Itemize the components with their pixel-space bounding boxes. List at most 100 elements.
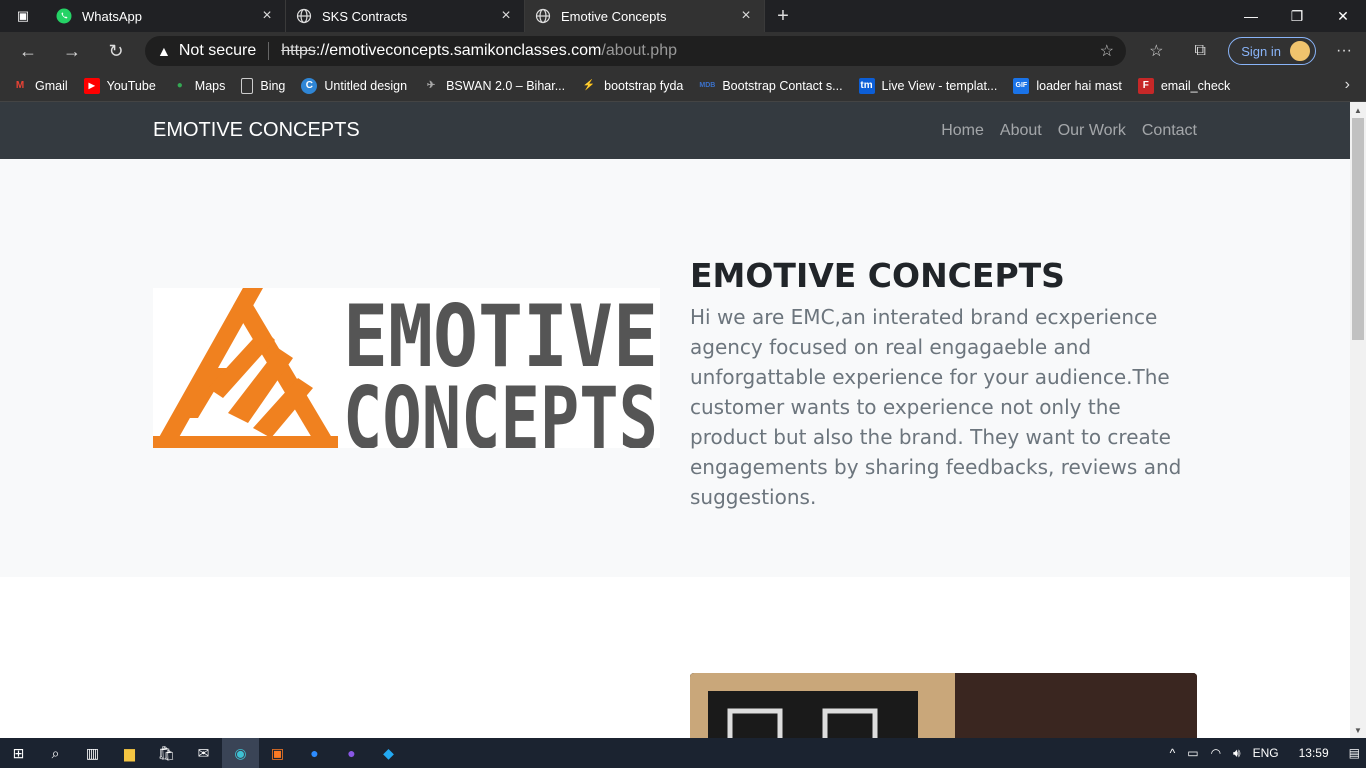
file-explorer-icon[interactable]: ▆ xyxy=(111,738,148,768)
new-tab-button[interactable]: + xyxy=(765,0,801,32)
volume-icon[interactable]: 🔊︎ xyxy=(1233,746,1241,761)
warning-icon[interactable]: ▲ xyxy=(157,43,171,59)
bookmark-label: Live View - templat... xyxy=(881,78,998,93)
tab-whatsapp[interactable]: WhatsApp × xyxy=(46,0,286,32)
tab-title: Emotive Concepts xyxy=(561,8,667,24)
tm-icon: tm xyxy=(858,77,875,94)
bookmark-bswan[interactable]: ✈ BSWAN 2.0 – Bihar... xyxy=(423,78,565,94)
close-tab-icon[interactable]: × xyxy=(259,7,275,25)
notifications-icon[interactable]: ▤ xyxy=(1349,746,1360,760)
wifi-icon[interactable]: ◠ xyxy=(1211,746,1221,760)
avatar xyxy=(1289,40,1311,62)
tab-emotive-concepts[interactable]: Emotive Concepts × xyxy=(525,0,765,32)
zoom-icon[interactable]: ● xyxy=(296,738,333,768)
nav-home[interactable]: Home xyxy=(941,122,984,140)
vscode-icon[interactable]: ◆ xyxy=(370,738,407,768)
bookmark-maps[interactable]: ● Maps xyxy=(172,78,226,94)
youtube-icon: ▶ xyxy=(83,77,100,94)
url-scheme: https xyxy=(281,42,316,59)
close-tab-icon[interactable]: × xyxy=(738,7,754,25)
bookmark-bootstrap-fyda[interactable]: ⚡ bootstrap fyda xyxy=(581,78,683,94)
site-brand[interactable]: EMOTIVE CONCEPTS xyxy=(153,119,360,142)
web-page: EMOTIVE CONCEPTS Home About Our Work Con… xyxy=(0,102,1350,738)
mdb-icon: MDB xyxy=(699,82,716,89)
nav-contact[interactable]: Contact xyxy=(1142,122,1197,140)
language-indicator[interactable]: ENG xyxy=(1253,746,1279,760)
bookmark-youtube[interactable]: ▶ YouTube xyxy=(83,77,156,94)
bookmark-gmail[interactable]: M Gmail xyxy=(12,78,68,94)
scroll-down-icon[interactable]: ▼ xyxy=(1350,722,1366,738)
add-favorite-icon[interactable]: ☆ xyxy=(1100,41,1114,61)
bookmark-live-view[interactable]: tm Live View - templat... xyxy=(858,77,998,94)
battery-icon[interactable]: ▭ xyxy=(1187,746,1198,760)
bookmark-bootstrap-contact[interactable]: MDB Bootstrap Contact s... xyxy=(699,78,842,94)
clock[interactable]: 13:59 xyxy=(1299,746,1329,760)
chevron-right-icon[interactable]: › xyxy=(1345,76,1350,94)
tab-title: WhatsApp xyxy=(82,8,142,24)
nav-our-work[interactable]: Our Work xyxy=(1058,122,1126,140)
scrollbar-thumb[interactable] xyxy=(1352,118,1364,340)
bookmark-bing[interactable]: Bing xyxy=(241,77,285,94)
chevron-up-icon[interactable]: ^ xyxy=(1170,746,1176,760)
windows-taskbar: ⊞ ⌕ ▥ ▆ 🛍 ✉ ◉ ▣ ● ● ◆ ^ ▭ ◠ 🔊︎ ENG 13:59… xyxy=(0,738,1366,768)
restore-icon[interactable]: ❐ xyxy=(1274,0,1320,32)
sign-in-button[interactable]: Sign in xyxy=(1228,37,1316,65)
bookmark-untitled-design[interactable]: C Untitled design xyxy=(301,77,408,94)
bookmark-label: Maps xyxy=(194,78,226,93)
url-host: ://emotiveconcepts.samikonclasses.com xyxy=(315,42,602,59)
url-path: /about.php xyxy=(601,42,677,59)
refresh-icon[interactable]: ↻ xyxy=(94,32,138,70)
canva-icon: C xyxy=(301,77,318,94)
about-description: Hi we are EMC,an interated brand ecxperi… xyxy=(690,305,1182,509)
bookmark-label: BSWAN 2.0 – Bihar... xyxy=(446,78,566,93)
bookmark-label: YouTube xyxy=(106,78,156,93)
divider xyxy=(268,42,270,60)
page-scrollbar[interactable]: ▲ ▼ xyxy=(1350,102,1366,738)
stackblitz-icon: ⚡ xyxy=(582,80,596,91)
scroll-up-icon[interactable]: ▲ xyxy=(1350,102,1366,118)
github-icon[interactable]: ● xyxy=(333,738,370,768)
tab-title: SKS Contracts xyxy=(322,8,408,24)
globe-icon xyxy=(535,8,551,24)
work-section xyxy=(0,577,1350,738)
page-icon xyxy=(241,77,254,94)
bookmark-label: loader hai mast xyxy=(1036,78,1122,93)
mail-icon[interactable]: ✉ xyxy=(185,738,222,768)
about-hero-section: EMOTIVE CONCEPTS EMOTIVE CONCEPTS Hi we … xyxy=(0,159,1350,577)
close-tab-icon[interactable]: × xyxy=(498,7,514,25)
site-navbar: EMOTIVE CONCEPTS Home About Our Work Con… xyxy=(0,102,1350,159)
toolbar-right: ☆ ⧉ Sign in ··· xyxy=(1134,32,1366,70)
globe-icon xyxy=(296,8,312,24)
search-icon[interactable]: ⌕ xyxy=(37,738,74,768)
xampp-icon[interactable]: ▣ xyxy=(259,738,296,768)
bookmarks-bar: M Gmail ▶ YouTube ● Maps Bing C Untitled des… xyxy=(0,70,1366,102)
edge-icon[interactable]: ◉ xyxy=(222,738,259,768)
bookmark-loader[interactable]: GIF loader hai mast xyxy=(1013,77,1122,94)
site-menu: Home About Our Work Contact xyxy=(941,122,1197,140)
more-menu-icon[interactable]: ··· xyxy=(1322,32,1366,70)
tab-sks-contracts[interactable]: SKS Contracts × xyxy=(286,0,525,32)
close-window-icon[interactable]: ✕ xyxy=(1320,0,1366,32)
whatsapp-icon xyxy=(56,8,72,24)
bookmark-email-check[interactable]: Femail_check xyxy=(1137,77,1230,94)
maps-icon: ● xyxy=(176,80,183,91)
address-bar[interactable]: ▲ Not secure https ://emotiveconcepts.sa… xyxy=(145,36,1126,66)
sign-in-label: Sign in xyxy=(1241,43,1281,59)
window-controls: — ❐ ✕ xyxy=(1228,0,1366,32)
task-view-icon[interactable]: ▥ xyxy=(74,738,111,768)
collections-icon[interactable]: ⧉ xyxy=(1178,32,1222,70)
about-title: EMOTIVE CONCEPTS xyxy=(690,256,1065,295)
nav-about[interactable]: About xyxy=(1000,122,1042,140)
security-label[interactable]: Not secure xyxy=(179,42,256,60)
tab-actions-icon[interactable]: ▣ xyxy=(0,0,46,32)
browser-tab-strip: ▣ WhatsApp × SKS Contracts × Emotive Con… xyxy=(0,0,1366,32)
windows-start-icon[interactable]: ⊞ xyxy=(0,738,37,768)
minimize-icon[interactable]: — xyxy=(1228,0,1274,32)
bookmark-label: Untitled design xyxy=(324,78,408,93)
back-icon[interactable]: ← xyxy=(6,32,50,70)
system-tray: ^ ▭ ◠ 🔊︎ ENG 13:59 ▤ xyxy=(1164,738,1366,768)
favorites-icon[interactable]: ☆ xyxy=(1134,32,1178,70)
bookmark-label: Bootstrap Contact s... xyxy=(722,78,843,93)
store-icon[interactable]: 🛍 xyxy=(148,738,185,768)
forward-icon[interactable]: → xyxy=(50,32,94,70)
